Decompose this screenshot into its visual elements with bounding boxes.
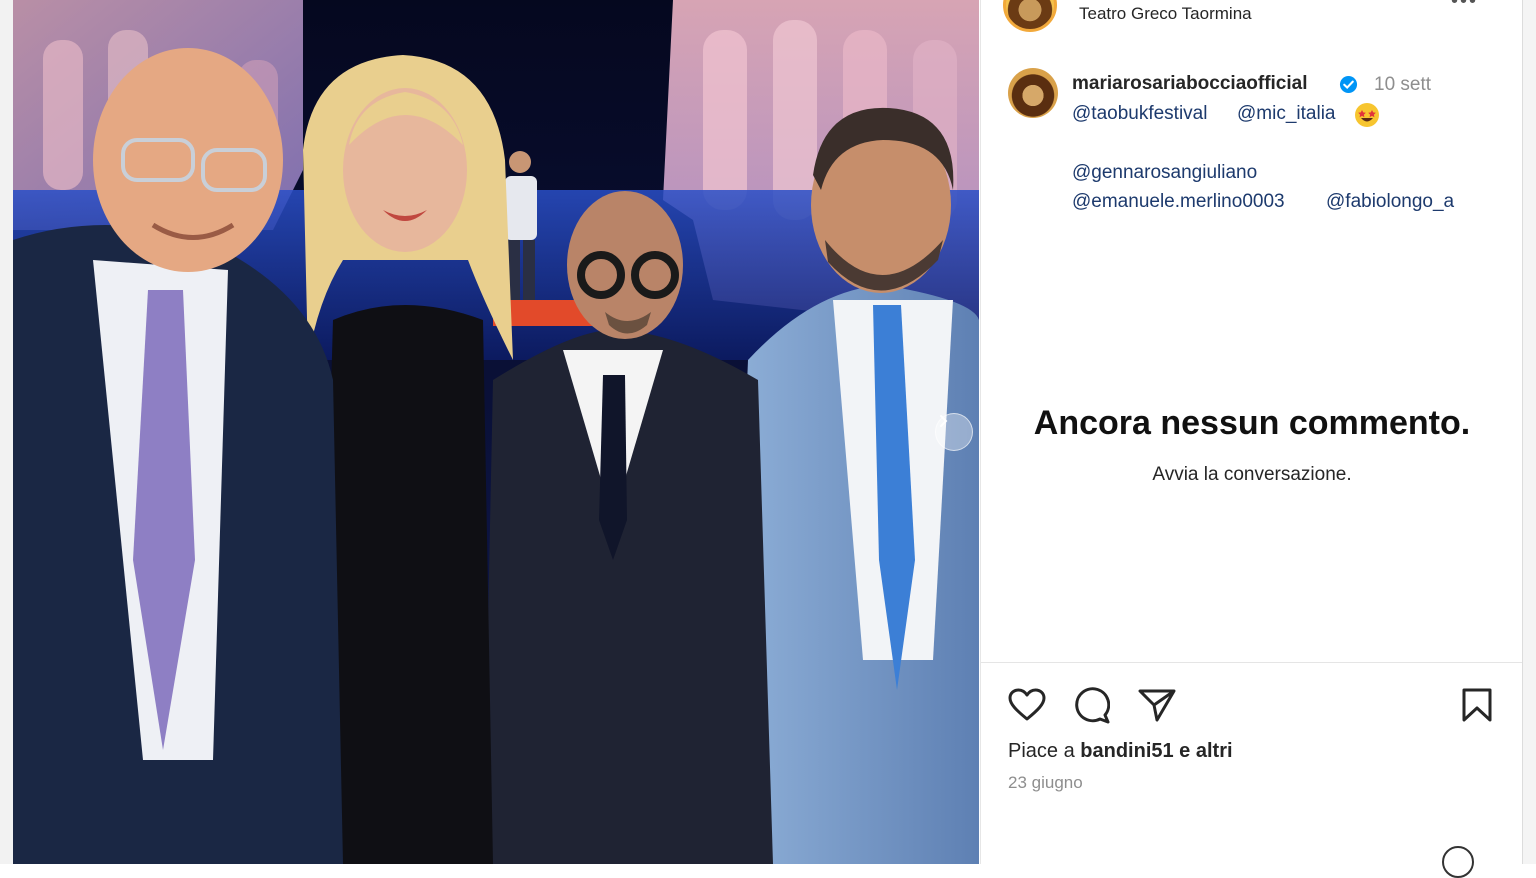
photo-scene <box>13 0 979 864</box>
likes-user-link[interactable]: bandini51 <box>1080 740 1173 762</box>
more-icon[interactable]: ••• <box>1451 0 1478 13</box>
page-margin-right <box>1522 0 1536 864</box>
post-time-ago: 10 sett <box>1374 74 1432 95</box>
post-photo[interactable] <box>13 0 979 864</box>
caption-mention[interactable]: @gennarosangiuliano <box>1072 162 1257 184</box>
action-divider <box>981 662 1523 663</box>
star-struck-emoji-icon <box>1355 103 1379 127</box>
post-location[interactable]: Teatro Greco Taormina <box>1079 4 1252 24</box>
header-avatar[interactable] <box>1003 0 1057 32</box>
caption-mention[interactable]: @emanuele.merlino0003 <box>1072 191 1285 213</box>
caption-mention[interactable]: @fabiolongo_a <box>1326 191 1454 213</box>
post-date: 23 giugno <box>1008 773 1083 792</box>
comment-icon[interactable] <box>1073 687 1110 724</box>
post-side-panel: Teatro Greco Taormina ••• mariarosariabo… <box>980 0 1523 878</box>
verified-icon <box>1339 75 1358 94</box>
likes-suffix: e altri <box>1173 740 1233 762</box>
share-icon[interactable] <box>1138 688 1176 722</box>
empty-comments-title: Ancora nessun commento. <box>1033 404 1471 442</box>
caption-mention[interactable]: @taobukfestival <box>1072 103 1207 125</box>
likes-prefix: Piace a <box>1008 740 1081 762</box>
emoji-icon[interactable] <box>1442 846 1474 878</box>
caption-mention[interactable]: @mic_italia <box>1237 103 1335 125</box>
caption-avatar[interactable] <box>1008 68 1058 118</box>
carousel-next-button[interactable] <box>935 413 973 451</box>
caption-username[interactable]: mariarosariabocciaofficial <box>1072 73 1308 95</box>
likes-summary[interactable]: Piace a bandini51 e altri <box>1008 740 1233 763</box>
heart-icon[interactable] <box>1008 688 1046 722</box>
chevron-right-icon <box>940 415 948 427</box>
empty-comments-subtitle: Avvia la conversazione. <box>1152 464 1352 485</box>
bookmark-icon[interactable] <box>1461 687 1493 723</box>
page-margin-left <box>0 0 13 864</box>
